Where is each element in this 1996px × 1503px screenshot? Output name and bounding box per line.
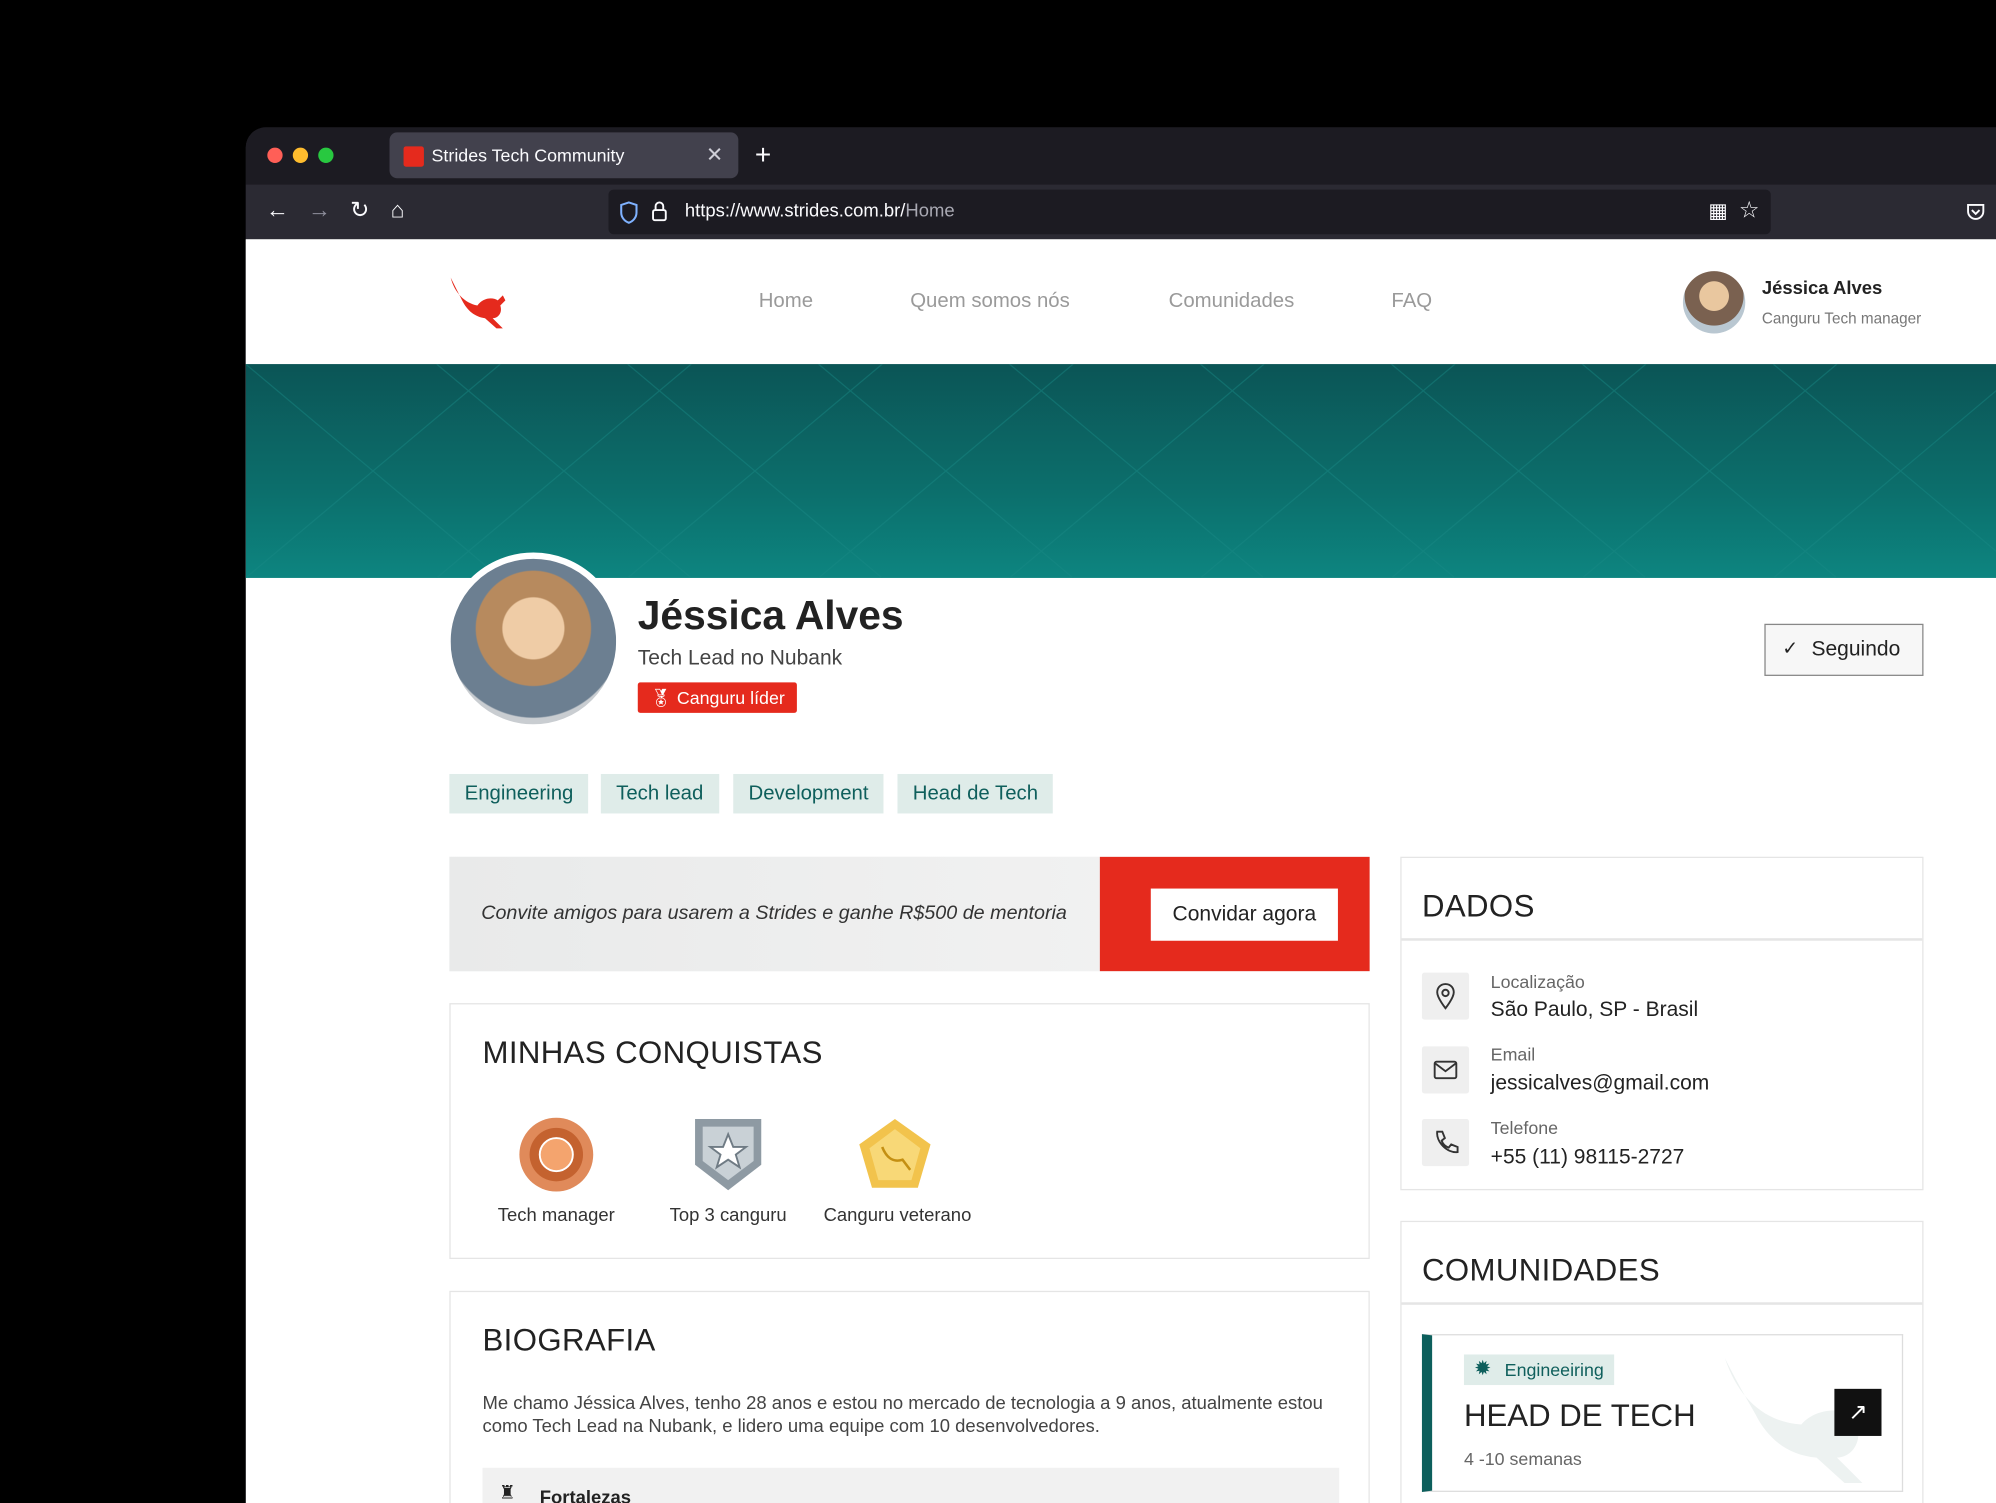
location-value: São Paulo, SP - Brasil (1490, 998, 1699, 1021)
community-card[interactable]: ✹ Engineeiring HEAD DE TECH 4 -10 semanas… (1421, 1334, 1904, 1492)
achievements-title: MINHAS CONQUISTAS (482, 1036, 823, 1071)
phone-value: +55 (11) 98115-2727 (1490, 1145, 1685, 1169)
kangaroo-logo-icon[interactable] (447, 275, 508, 331)
menu-home[interactable]: Home (759, 290, 813, 313)
banner-pattern (245, 364, 1996, 578)
communities-card: COMUNIDADES ✹ Engineeiring HEAD DE TECH 4… (1400, 1220, 1924, 1503)
qr-code-icon[interactable]: ▦ (1708, 199, 1727, 224)
location-label: Localização (1490, 971, 1585, 992)
gear-icon: ✹ (1474, 1358, 1492, 1380)
menu-quem-somos[interactable]: Quem somos nós (910, 290, 1070, 313)
reload-icon[interactable]: ↻ (350, 197, 369, 222)
back-icon[interactable]: ← (266, 197, 289, 222)
medal-icon: 🏅︎ (649, 687, 672, 708)
browser-window: Strides Tech Community ✕ + ← → ↻ ⌂ https… (245, 127, 1996, 1503)
communities-title: COMUNIDADES (1421, 1253, 1661, 1289)
browser-tab[interactable]: Strides Tech Community ✕ (389, 132, 739, 179)
tab-bar: Strides Tech Community ✕ + (245, 127, 1996, 185)
leader-badge: 🏅︎ Canguru líder (637, 682, 797, 713)
profile-banner (245, 364, 1996, 578)
bookmark-star-icon[interactable]: ☆ (1739, 197, 1760, 224)
menu-faq[interactable]: FAQ (1391, 290, 1432, 313)
community-duration: 4 -10 semanas (1463, 1448, 1582, 1470)
castle-icon: ♜ (499, 1483, 516, 1503)
maximize-window-button[interactable] (318, 147, 334, 163)
strengths-label: Fortalezas (539, 1488, 632, 1503)
url-text: https://www.strides.com.br/Home (685, 201, 955, 221)
biography-title: BIOGRAFIA (482, 1323, 656, 1359)
email-label: Email (1490, 1043, 1536, 1065)
check-icon: ✓ (1782, 637, 1799, 660)
url-bar[interactable]: https://www.strides.com.br/Home ▦ ☆ (608, 189, 1771, 235)
minimize-window-button[interactable] (292, 147, 309, 163)
shield-icon (620, 201, 638, 224)
biography-card: BIOGRAFIA Me chamo Jéssica Alves, tenho … (449, 1290, 1370, 1503)
achievement-label: Top 3 canguru (669, 1205, 787, 1226)
badge-label: Canguru líder (676, 687, 785, 708)
lock-icon (652, 201, 667, 222)
profile-avatar (444, 552, 623, 731)
achievement-label: Tech manager (497, 1205, 615, 1226)
invite-text: Convite amigos para usarem a Strides e g… (481, 902, 1067, 925)
community-chip: ✹ Engineeiring (1463, 1354, 1614, 1386)
web-page: Home Quem somos nós Comunidades FAQ Jéss… (245, 239, 1996, 1503)
divider (1401, 938, 1923, 941)
menu-comunidades[interactable]: Comunidades (1169, 290, 1295, 313)
divider (1401, 1302, 1923, 1305)
tag-head-de-tech[interactable]: Head de Tech (897, 773, 1054, 814)
strengths-section[interactable]: ♜ Fortalezas (482, 1467, 1340, 1503)
pocket-icon[interactable] (1966, 201, 1986, 221)
achievements-card: MINHAS CONQUISTAS Tech manager Top 3 can… (449, 1003, 1370, 1259)
phone-icon (1421, 1118, 1470, 1167)
close-tab-icon[interactable]: ✕ (706, 143, 723, 168)
user-name: Jéssica Alves (1761, 278, 1883, 300)
mail-icon (1421, 1046, 1470, 1094)
email-value: jessicalves@gmail.com (1490, 1071, 1710, 1095)
following-label: Seguindo (1811, 637, 1901, 661)
navigation-bar: ← → ↻ ⌂ https://www.strides.com.br/Home … (245, 184, 1996, 240)
forward-icon[interactable]: → (308, 197, 331, 222)
achievement-label: Canguru veterano (823, 1205, 972, 1226)
site-header: Home Quem somos nós Comunidades FAQ Jéss… (245, 239, 1996, 365)
tag-development[interactable]: Development (733, 773, 884, 814)
user-avatar[interactable] (1682, 271, 1746, 334)
location-pin-icon (1421, 972, 1470, 1020)
new-tab-icon[interactable]: + (755, 139, 771, 172)
invite-banner: Convite amigos para usarem a Strides e g… (449, 856, 1370, 972)
bronze-medal-icon (519, 1117, 594, 1192)
biography-text: Me chamo Jéssica Alves, tenho 28 anos e … (482, 1393, 1323, 1437)
url-base: https://www.strides.com.br/ (684, 201, 906, 222)
home-icon[interactable]: ⌂ (391, 197, 405, 222)
community-chip-label: Engineeiring (1504, 1359, 1604, 1380)
gold-pentagon-kangaroo-icon (859, 1118, 931, 1188)
tag-engineering[interactable]: Engineering (449, 773, 589, 814)
phone-label: Telefone (1490, 1117, 1559, 1139)
profile-name: Jéssica Alves (637, 591, 904, 638)
tab-title: Strides Tech Community (431, 145, 625, 166)
invite-button[interactable]: Convidar agora (1150, 888, 1338, 941)
data-card: DADOS Localização São Paulo, SP - Brasil… (1400, 856, 1924, 1191)
profile-title: Tech Lead no Nubank (637, 646, 843, 670)
user-role: Canguru Tech manager (1761, 309, 1922, 328)
close-window-button[interactable] (267, 147, 283, 163)
community-title: HEAD DE TECH (1463, 1399, 1696, 1434)
silver-shield-star-icon (695, 1118, 762, 1191)
favicon-icon (403, 146, 424, 167)
tag-tech-lead[interactable]: Tech lead (600, 773, 719, 814)
url-path: Home (905, 201, 955, 222)
following-button[interactable]: ✓ Seguindo (1764, 623, 1924, 676)
open-community-button[interactable]: ↗ (1834, 1388, 1882, 1436)
arrow-up-right-icon: ↗ (1848, 1399, 1868, 1425)
data-title: DADOS (1421, 889, 1535, 925)
